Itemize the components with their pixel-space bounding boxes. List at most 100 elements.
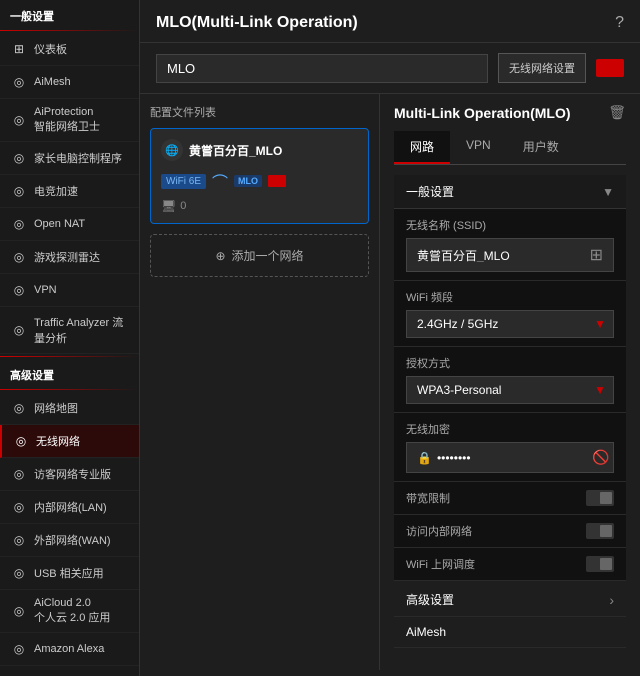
sidebar-item-label: Open NAT — [34, 218, 85, 230]
sidebar-item-networkmap[interactable]: ◎ 网络地图 — [0, 392, 139, 425]
aiprotection-icon: ◎ — [10, 111, 28, 129]
sidebar-item-label: 电竞加速 — [34, 183, 78, 199]
traffic-icon: ◎ — [10, 321, 28, 339]
password-label: 无线加密 — [406, 421, 614, 437]
profile-card[interactable]: 🌐 黄嘗百分百_MLO WiFi 6E ⌒ MLO 🖥 0 — [150, 128, 369, 224]
sidebar-item-label: 访客网络专业版 — [34, 466, 111, 482]
tab-vpn[interactable]: VPN — [450, 131, 507, 164]
aimesh-label: AiMesh — [406, 625, 446, 639]
sidebar-item-wireless[interactable]: ◎ 无线网络 — [0, 425, 139, 458]
access-label: 访问内部网络 — [406, 523, 472, 539]
sidebar-item-opennat[interactable]: ◎ Open NAT — [0, 208, 139, 241]
general-section-title: 一般设置 — [0, 0, 139, 28]
access-toggle[interactable] — [586, 523, 614, 539]
right-panel-header: Multi-Link Operation(MLO) 🗑 — [394, 104, 626, 121]
mlo-badge: MLO — [234, 175, 262, 187]
sidebar-item-parental[interactable]: ◎ 家长电脑控制程序 — [0, 142, 139, 175]
search-input[interactable] — [156, 54, 488, 83]
sidebar-item-alexa[interactable]: ◎ Amazon Alexa — [0, 633, 139, 666]
help-icon[interactable]: ? — [615, 14, 624, 32]
tab-network[interactable]: 网路 — [394, 131, 450, 164]
guestnetwork-icon: ◎ — [10, 465, 28, 483]
frequency-label: WiFi 频段 — [406, 289, 614, 305]
wireless-settings-button[interactable]: 无线网络设置 — [498, 53, 586, 83]
wifi-scheduler-toggle[interactable] — [586, 556, 614, 572]
gaming-icon: ◎ — [10, 182, 28, 200]
sidebar-item-wan[interactable]: ◎ 外部网络(WAN) — [0, 524, 139, 557]
bandwidth-toggle[interactable] — [586, 490, 614, 506]
sidebar-item-dashboard[interactable]: ⊞ 仪表板 — [0, 33, 139, 66]
aimesh-icon: ◎ — [10, 73, 28, 91]
page-title: MLO(Multi-Link Operation) — [156, 14, 358, 32]
lan-icon: ◎ — [10, 498, 28, 516]
sidebar-divider-3 — [0, 389, 139, 390]
auth-select-wrapper: WPA3-Personal WPA2-Personal WPA-Personal… — [406, 376, 614, 404]
chevron-down-icon: ▼ — [602, 185, 614, 199]
wireless-icon: ◎ — [12, 432, 30, 450]
sidebar-item-label: AiCloud 2.0个人云 2.0 应用 — [34, 597, 110, 625]
add-network-button[interactable]: ⊕ 添加一个网络 — [150, 234, 369, 277]
frequency-select-wrapper: 2.4GHz / 5GHz 2.4GHz 5GHz 6GHz ▼ — [406, 310, 614, 338]
dashboard-icon: ⊞ — [10, 40, 28, 58]
lock-icon: 🔒 — [417, 451, 432, 465]
sidebar-item-gaming[interactable]: ◎ 电竞加速 — [0, 175, 139, 208]
password-input-wrapper: 🔒 🚫 — [406, 442, 614, 473]
sidebar-item-label: 仪表板 — [34, 41, 67, 57]
ssid-field: 无线名称 (SSID) ⊞ — [394, 209, 626, 281]
sidebar-item-label: 无线网络 — [36, 433, 80, 449]
frequency-field: WiFi 频段 2.4GHz / 5GHz 2.4GHz 5GHz 6GHz ▼ — [394, 281, 626, 347]
sidebar-item-traffic[interactable]: ◎ Traffic Analyzer 流量分析 — [0, 307, 139, 354]
usb-icon: ◎ — [10, 564, 28, 582]
sidebar: 一般设置 ⊞ 仪表板 ◎ AiMesh ◎ AiProtection智能网络卫士… — [0, 0, 140, 676]
profile-name: 黄嘗百分百_MLO — [189, 142, 282, 159]
sidebar-item-label: Traffic Analyzer 流量分析 — [34, 314, 129, 346]
qr-icon[interactable]: ⊞ — [590, 245, 603, 265]
sidebar-item-ipv6[interactable]: ◎ IPv6 — [0, 666, 139, 676]
sidebar-item-aimesh[interactable]: ◎ AiMesh — [0, 66, 139, 99]
main-content: MLO(Multi-Link Operation) ? 无线网络设置 配置文件列… — [140, 0, 640, 676]
sidebar-divider-2 — [0, 356, 139, 357]
sidebar-item-lan[interactable]: ◎ 内部网络(LAN) — [0, 491, 139, 524]
sidebar-item-usb[interactable]: ◎ USB 相关应用 — [0, 557, 139, 590]
opennat-icon: ◎ — [10, 215, 28, 233]
red-toggle[interactable] — [596, 59, 624, 77]
tabs: 网路 VPN 用户数 — [394, 131, 626, 165]
search-bar-area: 无线网络设置 — [140, 43, 640, 94]
tab-users[interactable]: 用户数 — [507, 131, 575, 164]
wifi6e-badge-text: WiFi 6E — [166, 176, 201, 187]
sidebar-item-label: 内部网络(LAN) — [34, 499, 107, 515]
password-input[interactable] — [437, 451, 592, 465]
sidebar-item-label: VPN — [34, 284, 57, 296]
sidebar-item-vpn[interactable]: ◎ VPN — [0, 274, 139, 307]
aicloud-icon: ◎ — [10, 602, 28, 620]
advanced-settings-label: 高级设置 — [406, 591, 454, 608]
general-settings-label: 一般设置 — [406, 183, 454, 200]
general-settings-header[interactable]: 一般设置 ▼ — [394, 175, 626, 209]
profile-list-label: 配置文件列表 — [150, 104, 369, 120]
advanced-settings-row[interactable]: 高级设置 › — [394, 583, 626, 617]
aimesh-row[interactable]: AiMesh — [394, 617, 626, 648]
add-network-label: 添加一个网络 — [232, 247, 304, 264]
page-header: MLO(Multi-Link Operation) ? — [140, 0, 640, 43]
ssid-input-wrapper: ⊞ — [406, 238, 614, 272]
advanced-settings-arrow-icon: › — [609, 592, 614, 608]
sidebar-item-label: 游戏探测雷达 — [34, 249, 100, 265]
sidebar-item-gameradar[interactable]: ◎ 游戏探测雷达 — [0, 241, 139, 274]
access-toggle-row: 访问内部网络 — [394, 515, 626, 548]
frequency-select[interactable]: 2.4GHz / 5GHz 2.4GHz 5GHz 6GHz — [406, 310, 614, 338]
sidebar-item-aiprotection[interactable]: ◎ AiProtection智能网络卫士 — [0, 99, 139, 142]
sidebar-item-aicloud[interactable]: ◎ AiCloud 2.0个人云 2.0 应用 — [0, 590, 139, 633]
eye-slash-icon[interactable]: 🚫 — [592, 449, 609, 466]
client-count: 0 — [180, 200, 186, 212]
sidebar-item-label: AiMesh — [34, 76, 71, 88]
sidebar-item-label: Amazon Alexa — [34, 643, 104, 655]
wifi-scheduler-toggle-row: WiFi 上网调度 — [394, 548, 626, 581]
red-square-badge — [268, 175, 286, 187]
ssid-input[interactable] — [417, 248, 590, 262]
wifi-scheduler-label: WiFi 上网调度 — [406, 556, 475, 572]
trash-icon[interactable]: 🗑 — [608, 104, 626, 121]
auth-select[interactable]: WPA3-Personal WPA2-Personal WPA-Personal… — [406, 376, 614, 404]
sidebar-item-guestnetwork[interactable]: ◎ 访客网络专业版 — [0, 458, 139, 491]
password-field: 无线加密 🔒 🚫 — [394, 413, 626, 482]
sidebar-item-label: AiProtection智能网络卫士 — [34, 106, 100, 134]
